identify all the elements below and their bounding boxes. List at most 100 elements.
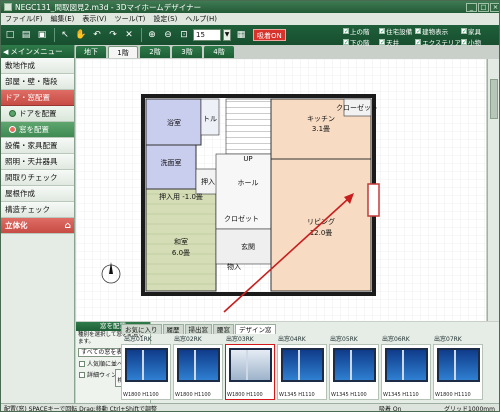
checkbox-icon <box>79 360 85 367</box>
delete-icon[interactable]: ✕ <box>122 28 136 42</box>
sidebar-item-lighting[interactable]: 照明・天井器具 <box>1 154 74 170</box>
washroom[interactable] <box>145 144 197 190</box>
sidebar-item-label: ドアを配置 <box>19 109 57 118</box>
hand-icon[interactable]: ✋ <box>74 28 88 42</box>
tab-floor-2[interactable]: 2階 <box>140 46 170 58</box>
window-thumb[interactable]: W1345 H1100 <box>329 344 379 400</box>
sidebar-item-label: 屋根作成 <box>5 189 35 198</box>
grid-icon[interactable]: ▦ <box>234 28 248 42</box>
sidebar-item-label: ドア・窓配置 <box>5 93 50 102</box>
zoom-in-icon[interactable]: ⊕ <box>145 28 159 42</box>
tab-sweep-window[interactable]: 掃出窓 <box>184 324 212 334</box>
tab-history[interactable]: 履歴 <box>162 324 184 334</box>
room-label-toilet: トル <box>203 115 217 123</box>
floor-plan-canvas[interactable]: 浴室 トル 洗面室 UP 和室 6.0畳 押入 ホール 玄関 クロゼット キッチ… <box>76 59 486 321</box>
window-thumb[interactable]: W1345 H1110 <box>381 344 431 400</box>
menu-tools[interactable]: ツール(T) <box>115 14 146 24</box>
sidebar-item-doors-windows[interactable]: ドア・窓配置 <box>1 90 74 106</box>
bay-window[interactable] <box>367 183 380 217</box>
menu-file[interactable]: ファイル(F) <box>5 14 43 24</box>
snap-toggle-button[interactable]: 吸着ON <box>253 29 286 41</box>
category-label: 出窓03RK <box>226 336 254 343</box>
menu-settings[interactable]: 設定(S) <box>153 14 177 24</box>
check-small-items[interactable]: ✓ 小物 <box>460 37 497 47</box>
minimize-button[interactable]: _ <box>466 2 477 12</box>
main-menu-header[interactable]: ◀ メインメニュー <box>1 45 74 58</box>
window-thumb[interactable]: W1800 H1100 <box>173 344 223 400</box>
sidebar-item-3d[interactable]: 立体化 ⌂ <box>1 218 74 234</box>
zoom-fit-icon[interactable]: ⊡ <box>177 28 191 42</box>
window-thumb[interactable]: W1800 H1110 <box>433 344 483 400</box>
menu-view[interactable]: 表示(V) <box>82 14 106 24</box>
sidebar-item-layout-check[interactable]: 間取りチェック <box>1 170 74 186</box>
window-image <box>281 348 324 382</box>
room-label-washitsu: 和室 <box>174 237 188 246</box>
tab-floor-3[interactable]: 3階 <box>172 46 202 58</box>
room-area-kitchen: 3.1畳 <box>312 125 330 133</box>
tab-favorites[interactable]: お気に入り <box>121 324 162 334</box>
window-thumb[interactable]: W1345 H1110 <box>277 344 327 400</box>
check-exterior[interactable]: ✓ エクステリア <box>415 37 461 47</box>
checkbox-icon: ✓ <box>460 28 467 35</box>
vertical-scrollbar[interactable] <box>487 59 499 321</box>
sidebar-item-place-door[interactable]: ドアを配置 <box>1 106 74 122</box>
sidebar-item-place-window[interactable]: 窓を配置 <box>1 122 74 138</box>
scrollbar-thumb[interactable] <box>490 79 498 119</box>
zoom-level-field[interactable]: 15 <box>193 29 221 41</box>
window-thumb[interactable]: W1800 H1100 <box>121 344 171 400</box>
window-size-label: W1345 H1110 <box>383 392 419 398</box>
category-label: 出窓05RK <box>330 336 358 343</box>
tab-design-window[interactable]: デザイン窓 <box>235 324 276 334</box>
room-label-entrance: 玄関 <box>241 242 255 251</box>
display-options: ✓ 上の階 ✓ 住宅設備 ✓ 建物表示 ✓ 家具 ✓ 下の階 ✓ 天井 ✓ エクステリア ✓ 小… <box>343 26 497 47</box>
sidebar-item-label: 立体化 <box>5 221 28 230</box>
window-thumb-selected[interactable]: W1800 H1100 <box>225 344 275 400</box>
window-image <box>385 348 428 382</box>
tab-basement[interactable]: 地下 <box>76 46 106 58</box>
sidebar-item-equipment[interactable]: 設備・家具配置 <box>1 138 74 154</box>
zoom-dropdown-icon[interactable]: ▼ <box>223 29 231 41</box>
check-building-display[interactable]: ✓ 建物表示 <box>415 26 461 36</box>
tab-floor-4[interactable]: 4階 <box>204 46 234 58</box>
maximize-button[interactable]: □ <box>478 2 489 12</box>
open-folder-icon[interactable]: ▤ <box>19 28 33 42</box>
triangle-left-icon: ◀ <box>3 47 9 56</box>
zoom-out-icon[interactable]: ⊖ <box>161 28 175 42</box>
check-lower-floor[interactable]: ✓ 下の階 <box>343 37 379 47</box>
window-image <box>229 348 272 382</box>
sidebar-item-label: 部屋・壁・階段 <box>5 77 58 86</box>
status-bar: 配置(窓) SPACEキーで回転 Drag:移動 Ctrl+Shiftで調整 吸… <box>1 403 499 411</box>
sidebar-item-label: 窓を配置 <box>19 125 49 134</box>
check-furniture[interactable]: ✓ 家具 <box>460 26 497 36</box>
floor-plan-svg: 浴室 トル 洗面室 UP 和室 6.0畳 押入 ホール 玄関 クロゼット キッチ… <box>76 59 486 321</box>
staircase[interactable] <box>225 98 272 155</box>
sidebar-item-structure-check[interactable]: 構造チェック <box>1 202 74 218</box>
room-label-bath: 浴室 <box>167 118 181 127</box>
check-upper-floor[interactable]: ✓ 上の階 <box>343 26 379 36</box>
menu-help[interactable]: ヘルプ(H) <box>185 14 217 24</box>
toolbar: □ ▤ ▣ ↖ ✋ ↶ ↷ ✕ ⊕ ⊖ ⊡ 15 ▼ ▦ 吸着ON ✓ 上の階 ✓… <box>1 25 499 47</box>
tab-floor-1[interactable]: 1階 <box>108 46 138 58</box>
room-label-closet-kitchen: クローゼット <box>336 103 378 112</box>
check-ceiling[interactable]: ✓ 天井 <box>379 37 415 47</box>
save-icon[interactable]: ▣ <box>35 28 49 42</box>
sidebar-item-site[interactable]: 敷地作成 <box>1 58 74 74</box>
sidebar-item-rooms[interactable]: 部屋・壁・階段 <box>1 74 74 90</box>
catalog-category-row: 出窓01RK 出窓02RK 出窓03RK 出窓04RK 出窓05RK 出窓06R… <box>76 334 499 343</box>
check-label: 小物 <box>467 39 481 47</box>
select-arrow-icon[interactable]: ↖ <box>58 28 72 42</box>
room-label-hall: ホール <box>238 179 259 187</box>
check-house-equipment[interactable]: ✓ 住宅設備 <box>379 26 415 36</box>
sidebar-item-roof[interactable]: 屋根作成 <box>1 186 74 202</box>
tab-waist-window[interactable]: 腰窓 <box>213 324 234 334</box>
menu-edit[interactable]: 編集(E) <box>51 14 75 24</box>
close-button[interactable]: × <box>490 2 499 12</box>
undo-icon[interactable]: ↶ <box>90 28 104 42</box>
sidebar-item-label: 間取りチェック <box>5 173 58 182</box>
app-window: NEGC131_間取図見2.m3d - 3Dマイホームデザイナー _ □ × フ… <box>0 0 500 412</box>
new-file-icon[interactable]: □ <box>3 28 17 42</box>
redo-icon[interactable]: ↷ <box>106 28 120 42</box>
room-area-washitsu: 6.0畳 <box>172 249 190 257</box>
title-bar: NEGC131_間取図見2.m3d - 3Dマイホームデザイナー _ □ × <box>1 1 499 13</box>
check-label: 家具 <box>467 28 481 36</box>
